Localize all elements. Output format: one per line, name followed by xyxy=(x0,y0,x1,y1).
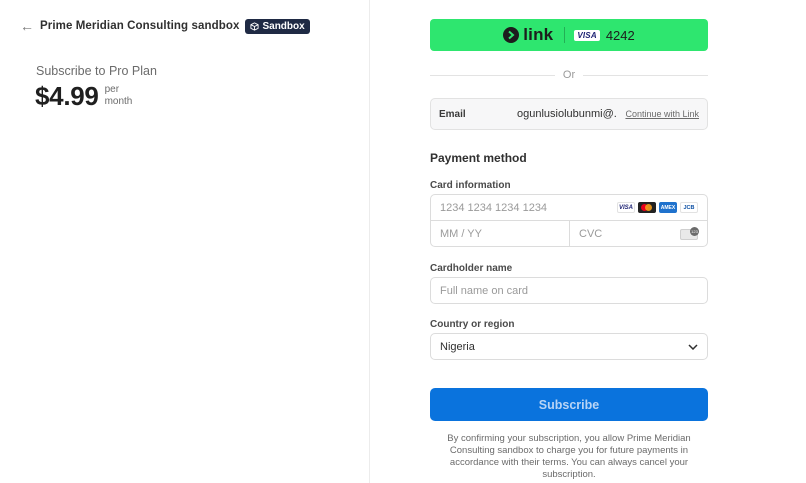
card-brands: VISA AMEX JCB xyxy=(617,202,698,213)
cardholder-name-label: Cardholder name xyxy=(430,263,513,274)
divider-line-left xyxy=(430,74,555,76)
billing-interval: per month xyxy=(105,84,133,108)
merchant-name[interactable]: Prime Meridian Consulting sandbox xyxy=(40,20,239,32)
link-arrow-icon xyxy=(503,27,520,43)
link-logo-text: link xyxy=(523,25,554,44)
visa-icon: VISA xyxy=(617,202,635,213)
card-expiry-cvc-row: MM / YY CVC xyxy=(431,221,707,247)
product-title: Subscribe to Pro Plan xyxy=(36,64,157,78)
price-row: $4.99 per month xyxy=(35,81,132,111)
email-value[interactable]: ogunlusiolubunmi@... xyxy=(517,108,617,120)
payment-pane: link VISA 4242 Or Email ogunlusiolubunmi… xyxy=(371,0,806,483)
price-amount: $4.99 xyxy=(35,81,99,111)
chevron-down-icon xyxy=(688,343,698,350)
amex-icon: AMEX xyxy=(659,202,677,213)
link-logo: link xyxy=(503,25,553,45)
country-label: Country or region xyxy=(430,319,515,330)
email-field[interactable]: Email ogunlusiolubunmi@... Continue with… xyxy=(430,98,708,130)
mastercard-icon xyxy=(638,202,656,213)
visa-card-icon: VISA xyxy=(574,29,600,41)
link-separator xyxy=(564,27,566,43)
cvc-field[interactable]: CVC xyxy=(570,221,707,247)
cube-icon xyxy=(250,21,260,31)
continue-with-link-link[interactable]: Continue with Link xyxy=(625,109,699,119)
country-select-value: Nigeria xyxy=(440,340,475,353)
subscribe-button[interactable]: Subscribe xyxy=(430,388,708,421)
card-number-input[interactable]: 1234 1234 1234 1234 xyxy=(440,202,617,214)
cvc-card-icon xyxy=(680,226,699,240)
merchant-header: ← Prime Meridian Consulting sandbox Sand… xyxy=(20,18,310,34)
card-number-field[interactable]: 1234 1234 1234 1234 VISA AMEX JCB xyxy=(431,195,707,221)
billing-interval-line1: per xyxy=(104,84,120,95)
saved-card-last4: 4242 xyxy=(605,27,635,43)
cardholder-name-input[interactable]: Full name on card xyxy=(430,277,708,304)
card-information-label: Card information xyxy=(430,180,511,191)
sandbox-badge-label: Sandbox xyxy=(262,20,305,32)
or-divider-text: Or xyxy=(562,69,576,81)
or-divider: Or xyxy=(430,68,709,82)
country-select[interactable]: Nigeria xyxy=(430,333,708,360)
link-pay-button[interactable]: link VISA 4242 xyxy=(430,19,708,51)
divider-line-right xyxy=(583,74,709,76)
subscription-consent-text: By confirming your subscription, you all… xyxy=(447,433,691,480)
sandbox-badge: Sandbox xyxy=(245,18,310,34)
cvc-input[interactable]: CVC xyxy=(579,228,680,240)
back-arrow-icon[interactable]: ← xyxy=(20,18,34,34)
jcb-icon: JCB xyxy=(680,202,698,213)
payment-method-heading: Payment method xyxy=(430,151,527,165)
billing-interval-line2: month xyxy=(104,96,133,107)
card-information-group: 1234 1234 1234 1234 VISA AMEX JCB MM / Y… xyxy=(430,194,708,247)
order-summary-pane: ← Prime Meridian Consulting sandbox Sand… xyxy=(0,0,370,483)
expiry-input[interactable]: MM / YY xyxy=(431,221,570,247)
email-label: Email xyxy=(439,108,466,120)
